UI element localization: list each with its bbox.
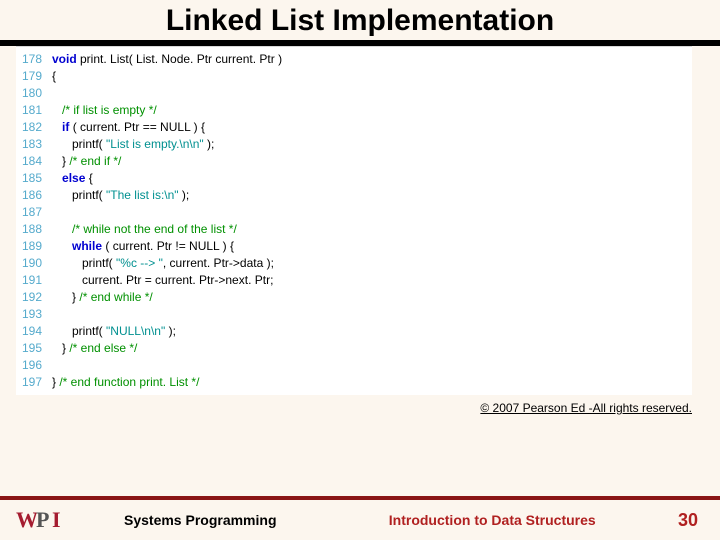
code-line: 187	[16, 204, 692, 221]
line-number: 182	[16, 119, 52, 136]
svg-text:P: P	[36, 507, 49, 532]
code-text: while ( current. Ptr != NULL ) {	[52, 238, 692, 255]
code-line: 180	[16, 85, 692, 102]
code-text	[52, 357, 692, 374]
code-line: 178void print. List( List. Node. Ptr cur…	[16, 51, 692, 68]
code-line: 195 } /* end else */	[16, 340, 692, 357]
footer-bar: W P I Systems Programming Introduction t…	[0, 496, 720, 540]
code-text: /* while not the end of the list */	[52, 221, 692, 238]
line-number: 178	[16, 51, 52, 68]
code-text: if ( current. Ptr == NULL ) {	[52, 119, 692, 136]
code-line: 184 } /* end if */	[16, 153, 692, 170]
line-number: 189	[16, 238, 52, 255]
code-line: 194 printf( "NULL\n\n" );	[16, 323, 692, 340]
line-number: 195	[16, 340, 52, 357]
line-number: 186	[16, 187, 52, 204]
code-line: 181 /* if list is empty */	[16, 102, 692, 119]
code-text: current. Ptr = current. Ptr->next. Ptr;	[52, 272, 692, 289]
code-text: } /* end function print. List */	[52, 374, 692, 391]
code-text: } /* end if */	[52, 153, 692, 170]
footer-course: Systems Programming	[124, 512, 277, 528]
code-text: else {	[52, 170, 692, 187]
code-text	[52, 85, 692, 102]
line-number: 187	[16, 204, 52, 221]
code-line: 196	[16, 357, 692, 374]
code-line: 197} /* end function print. List */	[16, 374, 692, 391]
code-text: {	[52, 68, 692, 85]
code-line: 182 if ( current. Ptr == NULL ) {	[16, 119, 692, 136]
footer-topic: Introduction to Data Structures	[277, 512, 678, 528]
code-text	[52, 306, 692, 323]
code-text: printf( "%c --> ", current. Ptr->data );	[52, 255, 692, 272]
code-text: printf( "List is empty.\n\n" );	[52, 136, 692, 153]
line-number: 185	[16, 170, 52, 187]
code-text: void print. List( List. Node. Ptr curren…	[52, 51, 692, 68]
code-line: 193	[16, 306, 692, 323]
code-text: printf( "NULL\n\n" );	[52, 323, 692, 340]
line-number: 180	[16, 85, 52, 102]
svg-text:W: W	[16, 507, 38, 532]
code-text: /* if list is empty */	[52, 102, 692, 119]
title-bar: Linked List Implementation	[0, 0, 720, 46]
code-line: 192 } /* end while */	[16, 289, 692, 306]
svg-text:I: I	[52, 507, 61, 532]
line-number: 197	[16, 374, 52, 391]
code-line: 188 /* while not the end of the list */	[16, 221, 692, 238]
code-line: 183 printf( "List is empty.\n\n" );	[16, 136, 692, 153]
code-line: 189 while ( current. Ptr != NULL ) {	[16, 238, 692, 255]
line-number: 181	[16, 102, 52, 119]
code-text	[52, 204, 692, 221]
line-number: 196	[16, 357, 52, 374]
code-text: printf( "The list is:\n" );	[52, 187, 692, 204]
line-number: 190	[16, 255, 52, 272]
line-number: 192	[16, 289, 52, 306]
code-line: 191 current. Ptr = current. Ptr->next. P…	[16, 272, 692, 289]
line-number: 188	[16, 221, 52, 238]
copyright-notice: © 2007 Pearson Ed -All rights reserved.	[0, 395, 720, 415]
wpi-logo: W P I	[16, 507, 70, 533]
code-line: 186 printf( "The list is:\n" );	[16, 187, 692, 204]
line-number: 194	[16, 323, 52, 340]
line-number: 179	[16, 68, 52, 85]
code-line: 190 printf( "%c --> ", current. Ptr->dat…	[16, 255, 692, 272]
code-text: } /* end else */	[52, 340, 692, 357]
footer-page-number: 30	[678, 510, 704, 531]
line-number: 183	[16, 136, 52, 153]
line-number: 184	[16, 153, 52, 170]
code-listing: 178void print. List( List. Node. Ptr cur…	[16, 46, 692, 395]
line-number: 191	[16, 272, 52, 289]
slide-title: Linked List Implementation	[0, 0, 720, 40]
code-line: 185 else {	[16, 170, 692, 187]
code-line: 179{	[16, 68, 692, 85]
line-number: 193	[16, 306, 52, 323]
code-text: } /* end while */	[52, 289, 692, 306]
